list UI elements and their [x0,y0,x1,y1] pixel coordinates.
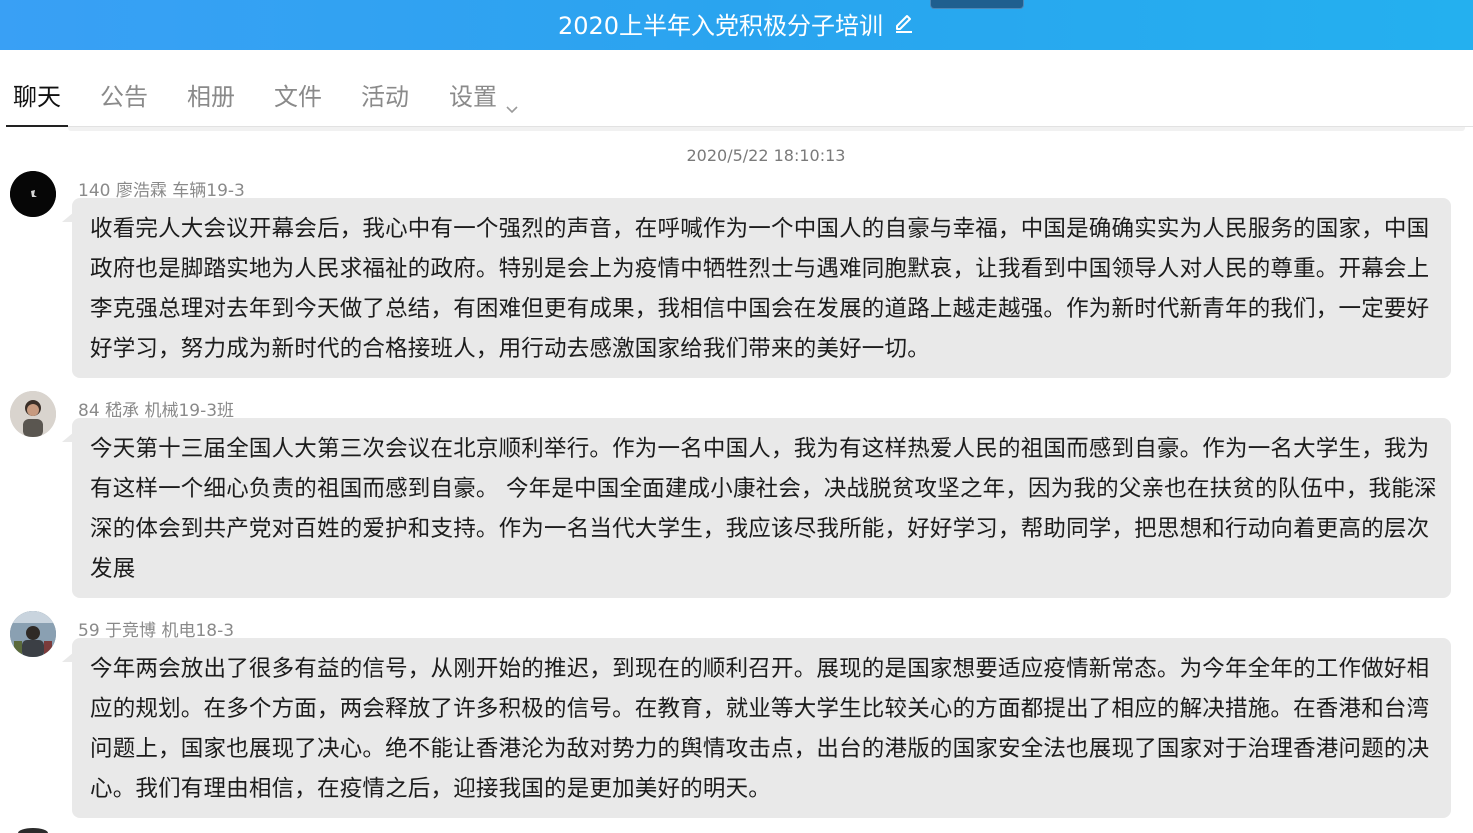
chevron-down-icon [505,91,519,114]
edit-icon[interactable] [893,12,915,34]
message-bubble[interactable]: 收看完人大会议开幕会后，我心中有一个强烈的声音，在呼喊作为一个中国人的自豪与幸福… [72,198,1451,378]
group-title-area: 2020上半年入党积极分子培训 [0,0,1473,46]
tab-album[interactable]: 相册 [187,80,235,114]
group-chat-window: 2020上半年入党积极分子培训 聊天 公告 相册 文件 活动 设置 2020/5… [0,0,1473,833]
group-title: 2020上半年入党积极分子培训 [557,11,884,40]
tab-files[interactable]: 文件 [274,80,322,114]
message-bubble[interactable]: 今天第十三届全国人大第三次会议在北京顺利举行。作为一名中国人，我为有这样热爱人民… [72,418,1451,598]
avatar[interactable] [10,391,56,437]
active-tab-indicator [6,125,68,127]
tab-bar: 聊天 公告 相册 文件 活动 设置 [0,50,1473,128]
avatar[interactable] [10,611,56,657]
chat-top-edge [68,127,1465,131]
avatar[interactable] [10,171,56,217]
message-timestamp: 2020/5/22 18:10:13 [686,146,846,165]
tab-settings[interactable]: 设置 [449,80,519,114]
message-bubble[interactable]: 今年两会放出了很多有益的信号，从刚开始的推迟，到现在的顺利召开。展现的是国家想要… [72,638,1451,818]
avatar[interactable] [18,828,48,833]
tab-settings-label: 设置 [449,83,497,111]
tab-chat[interactable]: 聊天 [13,80,61,114]
tab-announcements[interactable]: 公告 [100,80,148,114]
title-bar: 2020上半年入党积极分子培训 [0,0,1473,50]
tab-activities[interactable]: 活动 [361,80,409,114]
